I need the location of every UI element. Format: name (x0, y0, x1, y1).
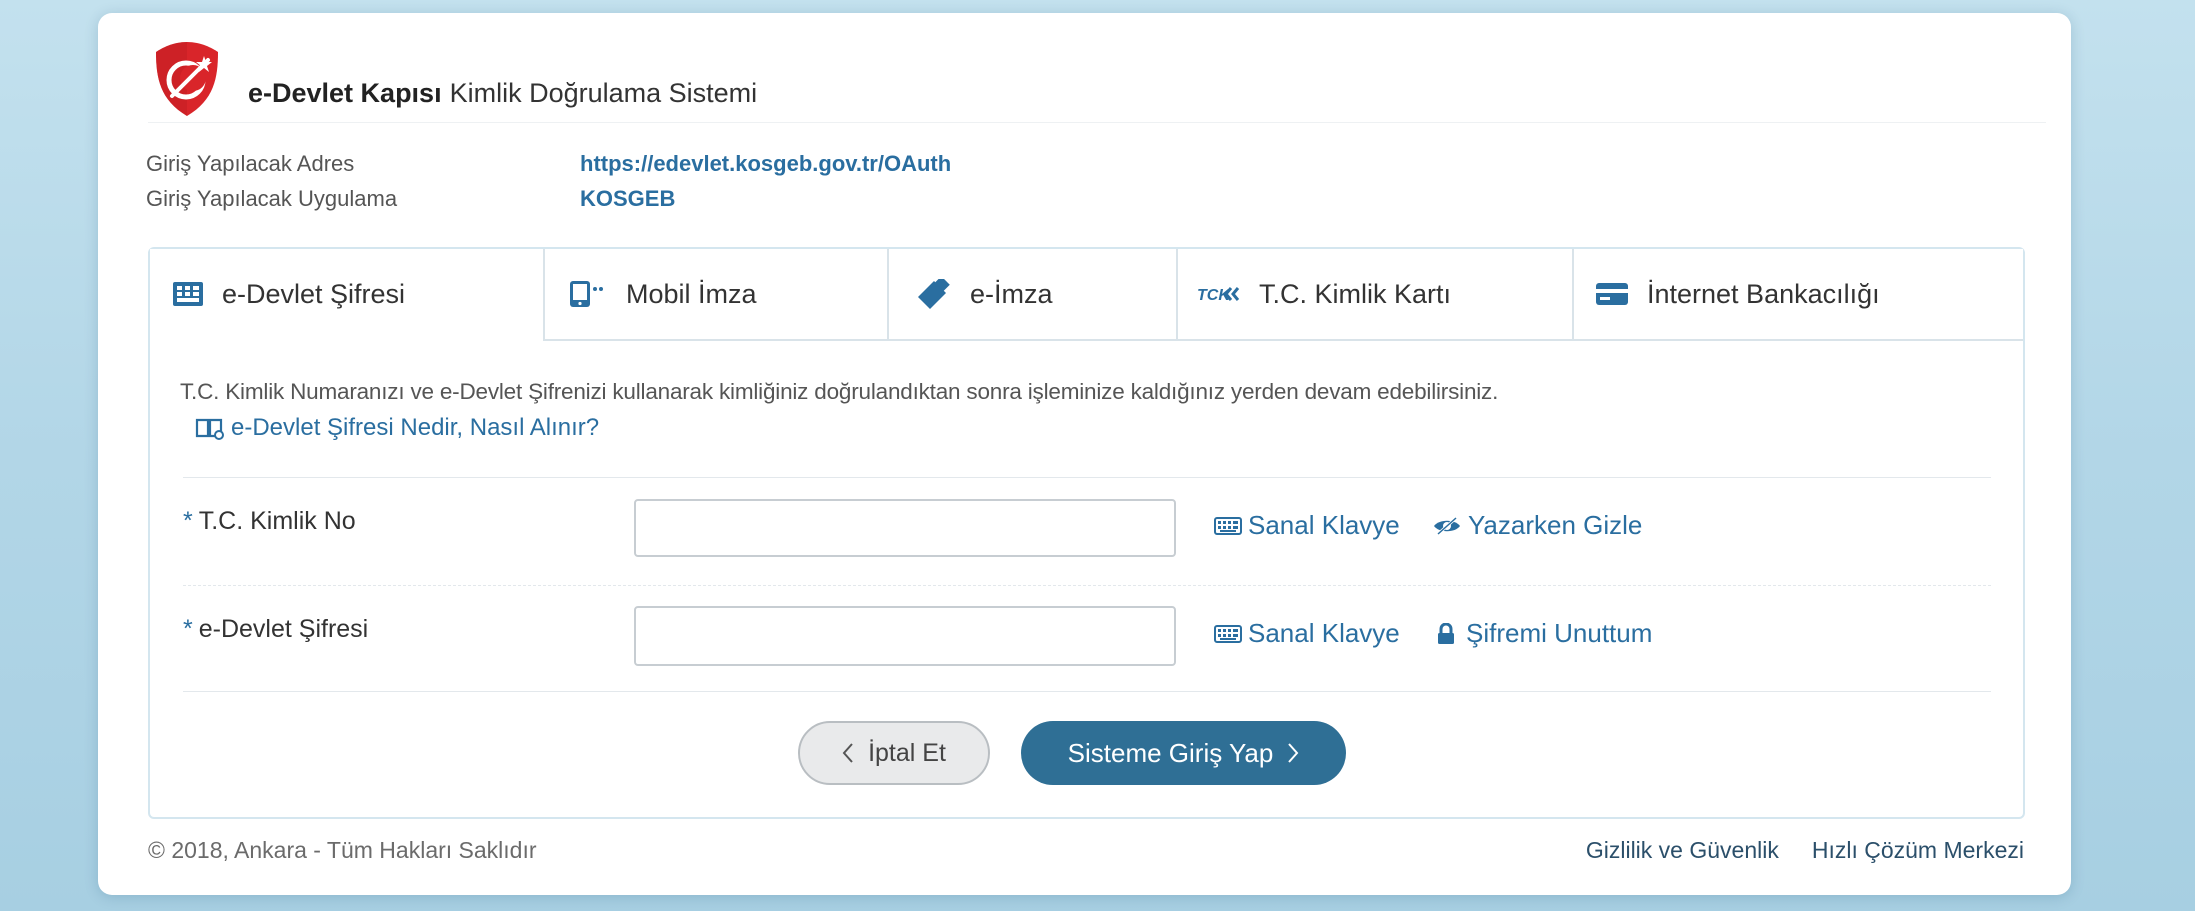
virtual-keyboard-label: Sanal Klavye (1248, 510, 1400, 540)
tab-label: T.C. Kimlik Kartı (1259, 278, 1452, 309)
tab-e-devlet-sifresi[interactable]: e-Devlet Şifresi (150, 249, 543, 341)
chevron-right-icon (1287, 742, 1299, 764)
tc-kimlik-input[interactable] (634, 499, 1176, 557)
keypad-icon (172, 280, 204, 308)
header: e-Devlet Kapısı Kimlik Doğrulama Sistemi (148, 38, 2046, 123)
footer-links: Gizlilik ve Güvenlik Hızlı Çözüm Merkezi (1553, 837, 2024, 864)
login-button[interactable]: Sisteme Giriş Yap (1021, 721, 1346, 785)
login-method-tabs: e-Devlet Şifresi Mobil İmza e-İmza TCK T… (150, 249, 2023, 341)
password-label: * e-Devlet Şifresi (183, 615, 368, 644)
chevron-left-icon (842, 742, 854, 764)
lock-icon (1436, 622, 1456, 645)
login-card: e-Devlet Kapısı Kimlik Doğrulama Sistemi … (98, 13, 2071, 895)
tab-label: Mobil İmza (626, 278, 757, 309)
virtual-keyboard-link-password[interactable]: Sanal Klavye (1214, 618, 1400, 649)
tab-tc-kimlik-karti[interactable]: TCK T.C. Kimlik Kartı (1176, 249, 1572, 341)
mobile-signature-icon (568, 279, 608, 309)
virtual-keyboard-link-tc[interactable]: Sanal Klavye (1214, 510, 1400, 541)
copyright-text: © 2018, Ankara - Tüm Hakları Saklıdır (148, 837, 537, 863)
book-icon (195, 416, 225, 440)
help-center-link[interactable]: Hızlı Çözüm Merkezi (1812, 837, 2024, 864)
login-button-label: Sisteme Giriş Yap (1067, 737, 1274, 768)
tc-kimlik-label-text: T.C. Kimlik No (198, 507, 356, 535)
privacy-link[interactable]: Gizlilik ve Güvenlik (1586, 837, 1779, 864)
application-label: Giriş Yapılacak Uygulama (146, 186, 398, 211)
tab-internet-bankaciligi[interactable]: İnternet Bankacılığı (1572, 249, 2023, 341)
forgot-password-link[interactable]: Şifremi Unuttum (1436, 618, 1652, 649)
required-asterisk: * (183, 615, 193, 643)
cancel-button[interactable]: İptal Et (798, 721, 990, 785)
description-text: T.C. Kimlik Numaranızı ve e-Devlet Şifre… (180, 379, 1499, 404)
password-label-text: e-Devlet Şifresi (198, 615, 369, 643)
e-devlet-logo (156, 42, 218, 116)
tab-label: e-İmza (970, 278, 1053, 309)
brand-subtitle: Kimlik Doğrulama Sistemi (449, 78, 758, 108)
usb-token-icon (912, 279, 952, 309)
divider (183, 585, 1991, 586)
required-asterisk: * (183, 507, 193, 535)
brand-bold: e-Devlet Kapısı (248, 78, 442, 108)
application-value: KOSGEB (580, 186, 676, 211)
forgot-password-label: Şifremi Unuttum (1466, 618, 1653, 648)
tab-label: İnternet Bankacılığı (1647, 278, 1880, 309)
password-input[interactable] (634, 606, 1176, 666)
virtual-keyboard-label: Sanal Klavye (1248, 618, 1400, 648)
keyboard-icon (1214, 516, 1242, 535)
help-link[interactable]: e-Devlet Şifresi Nedir, Nasıl Alınır? (195, 414, 599, 442)
cancel-button-label: İptal Et (868, 738, 946, 767)
hide-typing-link[interactable]: Yazarken Gizle (1432, 510, 1642, 541)
eye-slash-icon (1432, 516, 1462, 536)
tab-mobil-imza[interactable]: Mobil İmza (543, 249, 887, 341)
address-value: https://edevlet.kosgeb.gov.tr/OAuth (580, 151, 952, 176)
tab-label: e-Devlet Şifresi (222, 278, 406, 309)
credit-card-icon (1595, 281, 1629, 307)
divider (183, 691, 1991, 692)
brand-title: e-Devlet Kapısı Kimlik Doğrulama Sistemi (248, 78, 757, 109)
hide-typing-label: Yazarken Gizle (1468, 510, 1643, 540)
help-link-label: e-Devlet Şifresi Nedir, Nasıl Alınır? (231, 414, 600, 441)
id-card-icon: TCK (1197, 284, 1241, 304)
divider (183, 477, 1991, 478)
login-panel: e-Devlet Şifresi Mobil İmza e-İmza TCK T… (148, 247, 2025, 819)
tc-kimlik-label: * T.C. Kimlik No (183, 507, 356, 536)
tab-e-imza[interactable]: e-İmza (887, 249, 1176, 341)
keyboard-icon (1214, 624, 1242, 643)
address-label: Giriş Yapılacak Adres (146, 151, 355, 176)
